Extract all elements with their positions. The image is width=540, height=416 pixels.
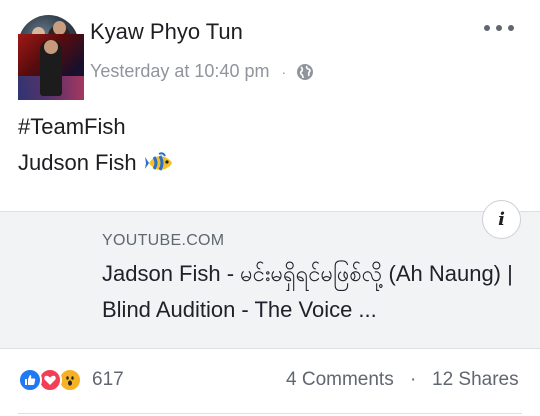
reactions-summary[interactable]: 617 [18, 368, 124, 392]
post-text-hashtag[interactable]: #TeamFish [18, 114, 126, 140]
more-dot [496, 25, 502, 31]
info-button[interactable]: i [482, 200, 521, 239]
author-name[interactable]: Kyaw Phyo Tun [90, 19, 243, 45]
meta-separator: · [281, 63, 287, 80]
link-preview-thumbnail[interactable] [18, 34, 84, 100]
globe-icon[interactable] [296, 63, 314, 81]
avatar-face [53, 21, 66, 35]
more-horizontal-icon[interactable] [484, 18, 514, 38]
link-title[interactable]: Jadson Fish - မင်းမရှိရင်မဖြစ်လို့ (Ah N… [102, 256, 527, 328]
comments-count-link[interactable]: 4 Comments [286, 369, 394, 391]
like-icon [18, 368, 42, 392]
post-text-name: Judson Fish [18, 150, 137, 175]
reaction-count: 617 [92, 369, 124, 390]
tropical-fish-icon [144, 152, 175, 174]
post-card: Kyaw Phyo Tun Yesterday at 10:40 pm · #T… [0, 0, 540, 416]
thumbnail-singer-head [44, 40, 58, 54]
post-meta: Yesterday at 10:40 pm · [90, 61, 314, 82]
shares-count-link[interactable]: 12 Shares [432, 369, 519, 391]
more-dot [508, 25, 514, 31]
divider [18, 413, 522, 414]
footer-separator: · [410, 369, 417, 390]
info-icon: i [498, 209, 505, 230]
post-timestamp[interactable]: Yesterday at 10:40 pm [90, 61, 269, 82]
post-text-line: Judson Fish [18, 150, 175, 176]
link-domain[interactable]: YOUTUBE.COM [102, 232, 224, 250]
more-dot [484, 25, 490, 31]
